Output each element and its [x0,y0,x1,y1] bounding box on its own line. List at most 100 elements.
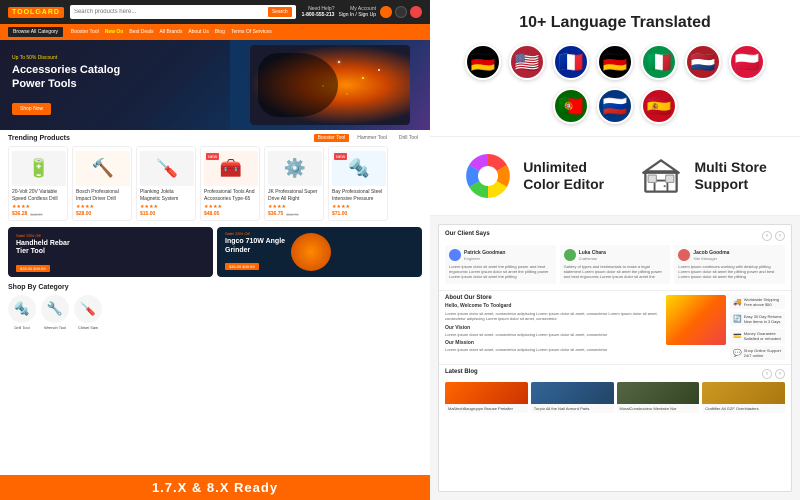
product-image: 🔨 [76,151,130,186]
product-stars: ★★★★ [268,204,320,210]
blog-text-3: MoralConstructeur Mentaire Nor [617,404,700,413]
product-card[interactable]: 🔩 NEW Bay Professional Steel Intensive P… [328,146,388,221]
flag-us[interactable]: 🇺🇸 [509,44,545,80]
flag-de2[interactable]: 🇩🇪 [597,44,633,80]
product-card[interactable]: ⚙️ JK Professional Super Drive All Right… [264,146,324,221]
price-new: $28.00 [76,211,91,217]
color-editor-title: UnlimitedColor Editor [523,159,604,193]
flag-pt[interactable]: 🇵🇹 [553,88,589,124]
category-item[interactable]: 🔩 Drill Tool [8,295,36,330]
product-stars: ★★★★ [76,204,128,210]
category-icon-chisel: 🪛 [74,295,102,323]
search-input[interactable] [74,9,268,15]
blog-prev[interactable]: ‹ [762,369,772,379]
nav-aboutus[interactable]: About Us [188,29,209,35]
blog-card-1[interactable]: MaßtechBaugruppe Brause Pretailer [445,382,528,413]
product-card[interactable]: 🪛 Planking Jokita Magnetic System Profes… [136,146,196,221]
nav-blog[interactable]: Blog [215,29,225,35]
testimonials-row: Patrick Goodman Engineer Lorem ipsum dol… [445,245,785,284]
support-icon: 💬 [733,349,742,357]
promo-card-1[interactable]: Sale! 25% Off Handheld RebarTier Tool $3… [8,227,213,277]
product-card[interactable]: 🧰 NEW Professional Tools And Accessories… [200,146,260,221]
tab-hammer[interactable]: Hammer Tool [353,134,391,142]
hero-cta-button[interactable]: Shop Now [12,103,51,115]
category-label-wrench: Wrench Tool [44,325,66,330]
lang-title: 10+ Language Translated [446,14,784,32]
blog-card-3[interactable]: MoralConstructeur Mentaire Nor [617,382,700,413]
product-image: 🪛 [140,151,194,186]
cart-icon[interactable] [395,6,407,18]
returns-icon: 🔄 [733,315,742,323]
price-old: $36.78 [286,212,298,217]
promo-btn-1[interactable]: $35.00 $49.59 [16,265,50,272]
testimonial-card-2: Luka Chara Craftsman Gallery of types an… [560,245,671,284]
product-tabs: Booster Tool Hammer Tool Drill Tool [314,134,422,142]
feature-color-editor: UnlimitedColor Editor [463,151,604,201]
nav-allbrands[interactable]: All Brands [160,29,183,35]
product-card[interactable]: 🔋 20-Volt 20V Variable Speed Cordless Dr… [8,146,68,221]
blog-card-2[interactable]: Turpio All the Nail Armord Parts [531,382,614,413]
flag-es[interactable]: 🇪🇸 [641,88,677,124]
mission-text: Lorem ipsum dolor sit amet, consectetur … [445,347,662,353]
product-price: $71.00 [332,211,384,217]
price-new: $36.75 [268,211,283,217]
category-item[interactable]: 🔧 Wrench Tool [41,295,69,330]
nav-newon[interactable]: New On [105,29,124,35]
left-panel: TOOLGARD Search Need Help? 1-800-555-213… [0,0,430,500]
product-image: ⚙️ [268,151,322,186]
flag-fr[interactable]: 🇫🇷 [553,44,589,80]
flag-pl[interactable]: 🇵🇱 [729,44,765,80]
about-worker-image [666,295,726,345]
category-icon-drill: 🔩 [8,295,36,323]
header-right: Need Help? 1-800-555-213 My Account Sign… [302,6,422,18]
product-stars: ★★★★ [204,204,256,210]
product-stars: ★★★★ [12,204,64,210]
product-image-wrap: 🔩 NEW [332,151,384,186]
reviewer-2: Luka Chara Craftsman [564,249,667,261]
product-stars: ★★★★ [140,204,192,210]
blog-row: MaßtechBaugruppe Brause Pretailer Turpio… [445,382,785,413]
wishlist-icon[interactable] [380,6,392,18]
reviewer-info-2: Luka Chara Craftsman [579,250,606,261]
flag-it[interactable]: 🇮🇹 [641,44,677,80]
avatar-3 [678,249,690,261]
flag-de[interactable]: 🇩🇪 [465,44,501,80]
promo-btn-2[interactable]: $35.00 $49.59 [225,263,259,270]
blog-card-4[interactable]: Craftifier All GZF Overblasters [702,382,785,413]
flag-ru[interactable]: 🇷🇺 [597,88,633,124]
avatar-1 [449,249,461,261]
promo-row: Sale! 25% Off Handheld RebarTier Tool $3… [0,223,430,281]
product-card[interactable]: 🔨 Bosch Professional Impact Driver Drill… [72,146,132,221]
testimonials-prev[interactable]: ‹ [762,231,772,241]
tab-booster[interactable]: Booster Tool [314,134,350,142]
grinder-image [250,45,410,125]
review-text-1: Lorem ipsum dolor sit amet the plitting … [449,264,552,280]
category-item[interactable]: 🪛 Chisel Saw [74,295,102,330]
flag-nl[interactable]: 🇳🇱 [685,44,721,80]
promo-card-2[interactable]: Sale! 25% Off Ingco 710W AngleGrinder $3… [217,227,422,277]
testimonials-next[interactable]: › [775,231,785,241]
search-button[interactable]: Search [268,7,292,17]
nav-terms[interactable]: Terms Of Services [231,29,272,35]
product-badge: NEW [206,153,219,160]
about-subtitle: Hello, Welcome To Toolgard [445,303,662,309]
product-image-wrap: 🔋 [12,151,64,186]
compare-icon[interactable] [410,6,422,18]
all-categories-nav[interactable]: Browse All Category [8,27,63,37]
trending-section-header: Trending Products Booster Tool Hammer To… [0,130,430,144]
multi-store-title: Multi StoreSupport [694,159,766,193]
vision-text: Lorem ipsum dolor sit amet, consectetur … [445,332,662,338]
blog-next[interactable]: › [775,369,785,379]
product-name: 20-Volt 20V Variable Speed Cordless Dril… [12,189,64,202]
language-flags: 🇩🇪 🇺🇸 🇫🇷 🇩🇪 🇮🇹 🇳🇱 🇵🇱 🇵🇹 🇷🇺 🇪🇸 [446,44,784,124]
mini-about-section: About Our Store Hello, Welcome To Toolga… [439,291,791,365]
tab-drill[interactable]: Drill Tool [395,134,422,142]
nav-booster[interactable]: Booster Tool [71,29,99,35]
mini-blog-section: Latest Blog ‹ › MaßtechBaugruppe Brause … [439,365,791,417]
about-badges: 🚚 Worldwide Shipping Free above $50 🔄 Ea… [730,295,785,360]
price-new: $71.00 [332,211,347,217]
avatar-2 [564,249,576,261]
site-search[interactable]: Search [70,5,296,19]
nav-bestdeals[interactable]: Best Deals [129,29,153,35]
product-stars: ★★★★ [332,204,384,210]
